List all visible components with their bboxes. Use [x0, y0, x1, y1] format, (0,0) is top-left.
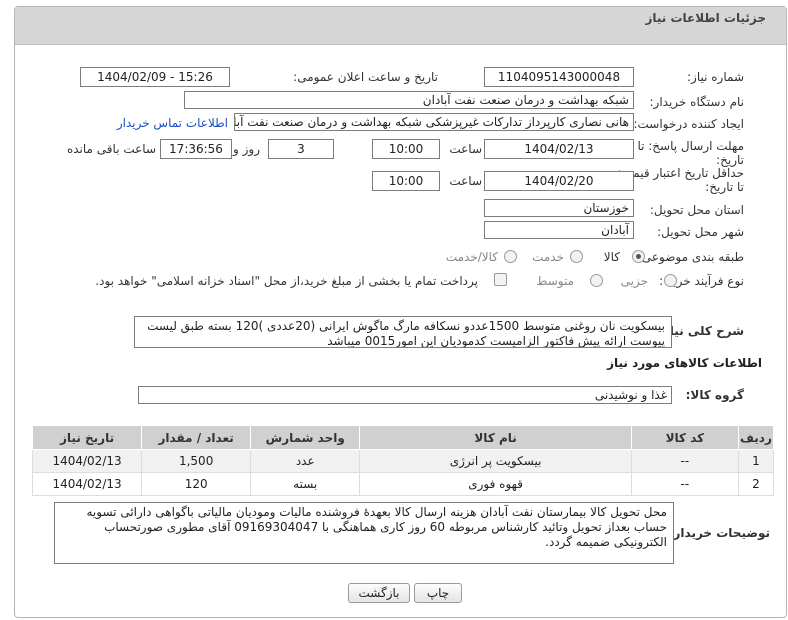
validity-time-field: 10:00	[372, 171, 440, 191]
print-button[interactable]: چاپ	[414, 583, 462, 603]
process-option-medium: متوسط	[536, 274, 574, 288]
cell-date: 1404/02/13	[31, 449, 143, 473]
validity-label-2: تا تاریخ:	[705, 180, 744, 194]
process-option-minor: جزیی	[620, 274, 648, 288]
category-radio-goods[interactable]	[632, 250, 645, 263]
goods-table: ردیف کد کالا نام کالا واحد شمارش تعداد /…	[31, 425, 775, 496]
cell-unit: بسته	[250, 472, 361, 496]
cell-unit: عدد	[250, 449, 361, 473]
province-label: استان محل تحویل:	[649, 203, 744, 217]
cell-date: 1404/02/13	[31, 472, 143, 496]
deadline-time-label: ساعت	[449, 142, 482, 156]
category-radio-goods-service[interactable]	[504, 250, 517, 263]
cell-row-number: 2	[737, 472, 775, 496]
cell-code: --	[630, 472, 739, 496]
description-textarea[interactable]: بیسکویت نان روغنی متوسط 1500عددو نسکافه …	[134, 316, 672, 348]
cell-name: بیسکویت پر انرژی	[359, 449, 632, 473]
buyer-contact-link[interactable]: اطلاعات تماس خریدار	[117, 116, 228, 130]
requester-field: هانی نصاری کارپرداز تدارکات غیرپزشکی شبک…	[234, 113, 634, 131]
category-option-service: خدمت	[532, 250, 564, 264]
validity-time-label: ساعت	[449, 174, 482, 188]
col-header-code: کد کالا	[630, 425, 739, 450]
process-radio-medium[interactable]	[590, 274, 603, 287]
process-radio-minor[interactable]	[664, 274, 677, 287]
goods-group-label: گروه کالا:	[685, 388, 744, 402]
col-header-unit: واحد شمارش	[250, 425, 361, 450]
cell-quantity: 1,500	[141, 449, 252, 473]
deadline-days-label: روز و	[233, 142, 260, 156]
treasury-note: پرداخت تمام یا بخشی از مبلغ خرید،از محل …	[95, 274, 478, 288]
announce-field: 1404/02/09 - 15:26	[80, 67, 230, 87]
remaining-time-label: ساعت باقی مانده	[66, 142, 156, 156]
announce-label: تاریخ و ساعت اعلان عمومی:	[293, 70, 438, 84]
need-number-label: شماره نیاز:	[687, 70, 744, 84]
goods-info-title: اطلاعات کالاهای مورد نیاز	[607, 356, 762, 370]
need-number-field: 1104095143000048	[484, 67, 634, 87]
table-row: 2 -- قهوه فوری بسته 120 1404/02/13	[31, 472, 775, 496]
col-header-quantity: تعداد / مقدار	[141, 425, 252, 450]
buyer-org-label: نام دستگاه خریدار:	[649, 95, 745, 109]
deadline-date-field: 1404/02/13	[484, 139, 634, 159]
col-header-date: تاریخ نیاز	[31, 425, 143, 450]
city-label: شهر محل تحویل:	[657, 225, 744, 239]
category-label: طبقه بندی موضوعی:	[637, 250, 744, 264]
table-row: 1 -- بیسکویت پر انرژی عدد 1,500 1404/02/…	[31, 449, 775, 473]
col-header-row: ردیف	[737, 425, 775, 450]
deadline-label-2: تاریخ:	[716, 153, 744, 167]
province-field: خوزستان	[484, 199, 634, 217]
validity-date-field: 1404/02/20	[484, 171, 634, 191]
cell-quantity: 120	[141, 472, 252, 496]
deadline-label: مهلت ارسال پاسخ: تا	[637, 139, 744, 153]
buyer-org-field: شبکه بهداشت و درمان صنعت نفت آبادان	[184, 91, 634, 109]
cell-name: قهوه فوری	[359, 472, 632, 496]
city-field: آبادان	[484, 221, 634, 239]
buyer-notes-label: توضیحات خریدار:	[668, 526, 770, 540]
col-header-name: نام کالا	[359, 425, 632, 450]
deadline-days-field: 3	[268, 139, 334, 159]
goods-group-field: غذا و نوشیدنی	[138, 386, 672, 404]
category-radio-service[interactable]	[570, 250, 583, 263]
category-option-goods: کالا	[603, 250, 620, 264]
treasury-checkbox[interactable]	[494, 273, 507, 286]
cell-row-number: 1	[737, 449, 775, 473]
cell-code: --	[630, 449, 739, 473]
requester-label: ایجاد کننده درخواست:	[633, 117, 744, 131]
remaining-time-field: 17:36:56	[160, 139, 232, 159]
back-button[interactable]: بازگشت	[348, 583, 410, 603]
deadline-time-field: 10:00	[372, 139, 440, 159]
buyer-notes-textarea[interactable]: محل تحویل کالا بیمارستان نفت آبادان هزین…	[54, 502, 674, 564]
validity-label: حداقل تاریخ اعتبار قیمت:	[617, 166, 744, 180]
category-option-goods-service: کالا/خدمت	[445, 250, 498, 264]
page-title: جزئیات اطلاعات نیاز	[645, 11, 766, 25]
